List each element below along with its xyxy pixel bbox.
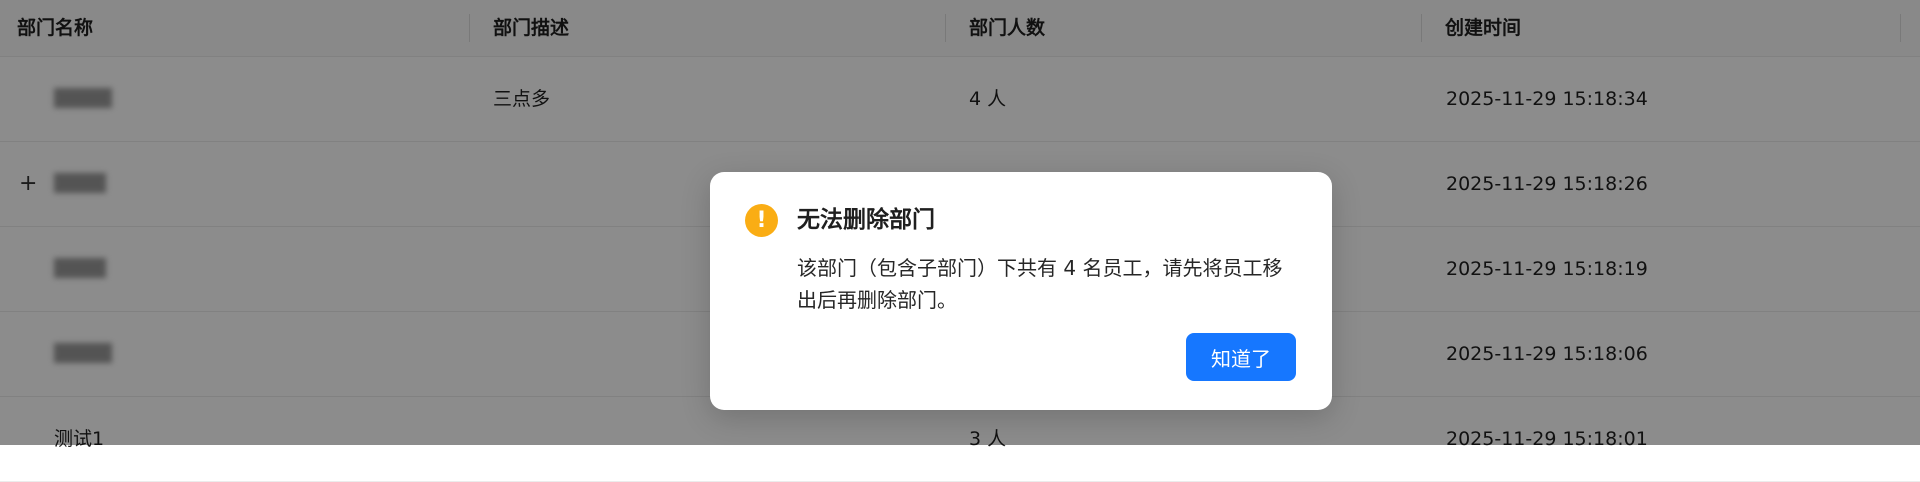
ok-button[interactable]: 知道了 [1186, 333, 1296, 381]
warning-icon: ! [745, 204, 778, 237]
dialog-message: 该部门（包含子部门）下共有 4 名员工，请先将员工移出后再删除部门。 [797, 256, 1283, 312]
cannot-delete-dialog: ! 无法删除部门 该部门（包含子部门）下共有 4 名员工，请先将员工移出后再删除… [710, 172, 1332, 410]
dialog-title: 无法删除部门 [797, 207, 935, 233]
